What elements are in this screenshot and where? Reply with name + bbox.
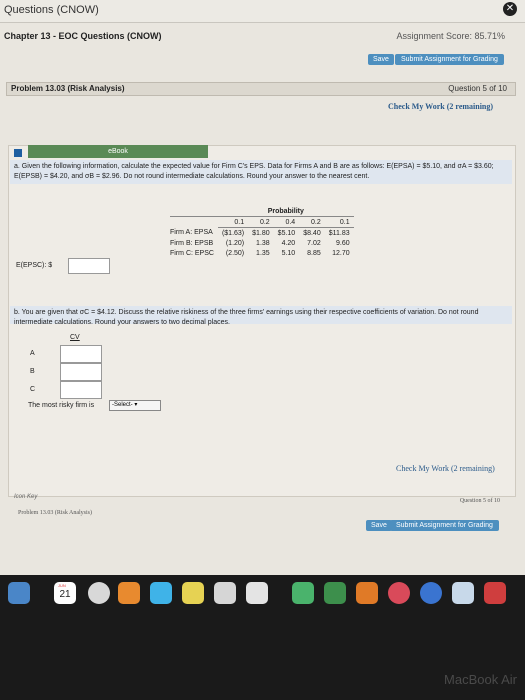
save-button-bottom[interactable]: Save (366, 520, 392, 531)
cell: $11.83 (328, 229, 350, 237)
browser-window: Questions (CNOW) ✕ Chapter 13 - EOC Ques… (0, 0, 525, 575)
calendar-month: JUN (58, 583, 66, 588)
book-icon (14, 149, 22, 157)
submit-assignment-button[interactable]: Submit Assignment for Grading (395, 54, 504, 65)
eps-c-label: E(EPSC): $ (16, 262, 53, 269)
probability-header: Probability (217, 206, 354, 217)
cv-row-label-c: C (30, 386, 36, 393)
question-nav[interactable]: Question 5 of 10 (448, 84, 507, 93)
submit-assignment-button-bottom[interactable]: Submit Assignment for Grading (390, 520, 499, 531)
check-my-work-button[interactable]: Check My Work (2 remaining) (388, 102, 493, 111)
facetime-icon[interactable] (292, 582, 314, 604)
table-corner (170, 217, 218, 228)
table-row-firm-a: Firm A: EPSA ($1.63) $1.80 $5.10 $8.40 $… (170, 228, 354, 239)
problem-header: Problem 13.03 (Risk Analysis) Question 5… (6, 82, 516, 96)
footer-question-nav[interactable]: Question 5 of 10 (460, 498, 500, 504)
assignment-score: Assignment Score: 85.71% (396, 31, 505, 41)
cv-input-c[interactable] (60, 381, 102, 399)
part-a-prompt: a. Given the following information, calc… (14, 163, 494, 180)
keynote-icon[interactable] (356, 582, 378, 604)
cell: ($1.63) (221, 229, 245, 237)
safari-icon[interactable] (88, 582, 110, 604)
photos-icon[interactable] (118, 582, 140, 604)
cell: 7.02 (307, 239, 321, 247)
cell: $8.40 (303, 229, 321, 237)
footer-bar: Problem 13.03 (Risk Analysis) Question 5… (14, 498, 514, 520)
ebook-button[interactable]: eBook (28, 145, 208, 158)
notes-icon[interactable] (182, 582, 204, 604)
riskiest-label: The most risky firm is (28, 402, 95, 409)
cv-input-b[interactable] (60, 363, 102, 381)
finder-icon[interactable] (8, 582, 30, 604)
problem-title: Problem 13.03 (Risk Analysis) (11, 84, 125, 93)
cell: 9.60 (336, 239, 350, 247)
itunes-icon[interactable] (388, 582, 410, 604)
cell: 8.85 (307, 249, 321, 257)
chrome-icon[interactable] (452, 582, 474, 604)
cell: 12.70 (332, 249, 350, 257)
save-button[interactable]: Save (368, 54, 394, 65)
laptop-brand-label: MacBook Air (444, 672, 517, 687)
app-store-icon[interactable] (420, 582, 442, 604)
prob-0: 0.1 (217, 216, 249, 228)
eps-c-input[interactable] (68, 258, 110, 274)
messages-icon[interactable] (150, 582, 172, 604)
cell: 5.10 (281, 249, 296, 257)
prob-1: 0.2 (248, 216, 274, 228)
cell: 1.38 (256, 239, 270, 247)
settings-icon[interactable] (484, 582, 506, 604)
cell: 1.35 (256, 249, 270, 257)
icon-key-link[interactable]: Icon Key (14, 494, 37, 500)
cv-header: CV (70, 334, 80, 341)
cell: $5.10 (277, 229, 296, 237)
table-row-firm-b: Firm B: EPSB (1.20) 1.38 4.20 7.02 9.60 (170, 238, 354, 248)
reminders-icon[interactable] (214, 582, 236, 604)
select-value: -Select- (112, 402, 133, 408)
chapter-title: Chapter 13 - EOC Questions (CNOW) (4, 31, 162, 41)
calendar-day: 21 (59, 589, 71, 600)
cell: $1.80 (252, 229, 270, 237)
cell: 4.20 (281, 239, 296, 247)
cv-input-a[interactable] (60, 345, 102, 363)
prob-2: 0.4 (273, 216, 300, 228)
row-label: Firm C: EPSC (170, 249, 214, 257)
cell: (2.50) (225, 249, 245, 257)
row-label: Firm A: EPSA (170, 229, 213, 237)
cv-row-label-a: A (30, 350, 35, 357)
probability-table: Probability 0.1 0.2 0.4 0.2 0.1 Firm A: … (170, 206, 354, 258)
window-title: Questions (CNOW) (4, 4, 99, 16)
chapter-header: Chapter 13 - EOC Questions (CNOW) Assign… (0, 28, 525, 44)
cv-row-label-b: B (30, 368, 35, 375)
prob-4: 0.1 (324, 216, 354, 228)
table-row-firm-c: Firm C: EPSC (2.50) 1.35 5.10 8.85 12.70 (170, 248, 354, 258)
preview-icon[interactable] (246, 582, 268, 604)
table-header-spacer (170, 206, 218, 217)
footer-problem-title: Problem 13.03 (Risk Analysis) (18, 510, 93, 516)
part-b-prompt: b. You are given that σC = $4.12. Discus… (14, 309, 479, 326)
close-icon[interactable]: ✕ (503, 2, 517, 16)
riskiest-firm-select[interactable]: -Select- ▾ (109, 400, 161, 411)
window-titlebar: Questions (CNOW) ✕ (0, 0, 525, 23)
row-label: Firm B: EPSB (170, 239, 214, 247)
check-my-work-bottom-button[interactable]: Check My Work (2 remaining) (396, 464, 495, 473)
numbers-icon[interactable] (324, 582, 346, 604)
cell: (1.20) (225, 239, 245, 247)
prob-3: 0.2 (299, 216, 325, 228)
